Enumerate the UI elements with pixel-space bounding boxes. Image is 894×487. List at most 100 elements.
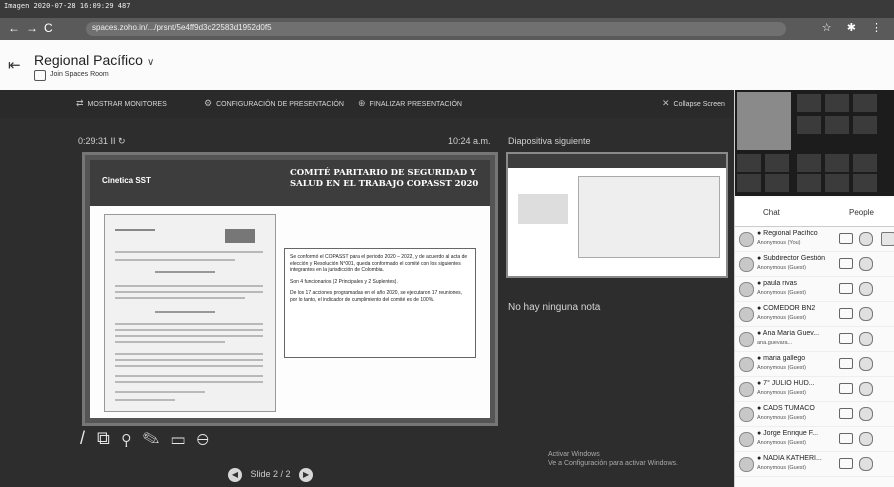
participant-row[interactable]: ● CADS TUMACO Anonymous (Guest)	[735, 403, 894, 427]
participant-name: ● Jorge Enrique F...	[757, 430, 819, 437]
video-tile[interactable]	[825, 174, 849, 192]
video-tile[interactable]	[853, 174, 877, 192]
edit-icon[interactable]: ✎	[143, 428, 171, 448]
avatar	[739, 457, 754, 472]
video-tile[interactable]	[853, 94, 877, 112]
camera-icon[interactable]	[839, 258, 853, 269]
browser-actions-icon[interactable]: ☆ ✱ ⋮	[822, 21, 888, 34]
video-tile[interactable]	[853, 116, 877, 134]
video-tile[interactable]	[825, 94, 849, 112]
minus-icon[interactable]: ⊖	[197, 428, 221, 448]
video-tile[interactable]	[797, 174, 821, 192]
participant-role: Anonymous (Guest)	[757, 390, 806, 396]
video-tile[interactable]	[737, 174, 761, 192]
back-icon[interactable]: ←	[8, 21, 20, 35]
video-tile[interactable]	[797, 154, 821, 172]
zoom-icon[interactable]: ⚲	[122, 428, 143, 448]
slide-navigation: ◀ Slide 2 / 2 ▶	[228, 468, 314, 482]
show-monitors-button[interactable]: ⇄ MOSTRAR MONITORES	[76, 98, 167, 109]
microphone-icon[interactable]	[859, 407, 873, 421]
participant-row[interactable]: ● Regional Pacífico Anonymous (You)	[735, 228, 894, 252]
camera-icon[interactable]	[839, 358, 853, 369]
room-title[interactable]: Regional Pacífico ∨	[34, 52, 154, 68]
participant-row[interactable]: ● maria gallego Anonymous (Guest)	[735, 353, 894, 377]
slide-text-box: Se conformó el COPASST para el periodo 2…	[284, 248, 476, 358]
gear-icon: ⚙	[204, 98, 213, 108]
video-tile[interactable]	[765, 174, 789, 192]
reload-icon[interactable]: C	[44, 21, 53, 35]
video-tile[interactable]	[765, 154, 789, 172]
copy-icon[interactable]: ⧉	[97, 428, 122, 448]
microphone-icon[interactable]	[859, 257, 873, 271]
presenter-stage: ⇄ MOSTRAR MONITORES ⚙ CONFIGURACIÓN DE PRE…	[0, 90, 734, 487]
participant-name: ● Subdirector Gestión	[757, 255, 826, 262]
camera-icon[interactable]	[839, 308, 853, 319]
more-icon[interactable]	[881, 232, 894, 246]
slide-paragraph: De los 17 acciones programadas en el año…	[290, 290, 463, 303]
participant-name: ● NADIA KATHERI...	[757, 455, 822, 462]
camera-icon[interactable]	[839, 408, 853, 419]
video-tile[interactable]	[825, 154, 849, 172]
microphone-icon[interactable]	[859, 332, 873, 346]
microphone-icon[interactable]	[859, 432, 873, 446]
microphone-icon[interactable]	[859, 307, 873, 321]
video-tile[interactable]	[737, 154, 761, 172]
participant-row[interactable]: ● Subdirector Gestión Anonymous (Guest)	[735, 253, 894, 277]
url-bar[interactable]: spaces.zoho.in/.../prsnt/5e4ff9d3c22583d…	[86, 22, 786, 36]
avatar	[739, 382, 754, 397]
current-slide: Cinetica SST COMITÉ PARITARIO DE SEGURID…	[90, 160, 490, 418]
screen-icon[interactable]: ▭	[171, 428, 197, 448]
video-tile-main[interactable]	[737, 92, 791, 150]
presentation-settings-label: CONFIGURACIÓN DE PRESENTACIÓN	[216, 101, 344, 108]
participant-role: ana.guevara...	[757, 340, 793, 346]
presenter-toolbar: ⇄ MOSTRAR MONITORES ⚙ CONFIGURACIÓN DE PRE…	[0, 90, 734, 118]
participant-row[interactable]: ● COMEDOR BN2 Anonymous (Guest)	[735, 303, 894, 327]
microphone-icon[interactable]	[859, 282, 873, 296]
presentation-settings-button[interactable]: ⚙ CONFIGURACIÓN DE PRESENTACIÓN	[204, 98, 344, 109]
camera-icon[interactable]	[839, 383, 853, 394]
camera-icon[interactable]	[839, 458, 853, 469]
forward-icon[interactable]: →	[26, 21, 38, 35]
collapse-screen-label: Collapse Screen	[673, 101, 725, 108]
camera-icon[interactable]	[839, 333, 853, 344]
exit-icon[interactable]: ⇤	[8, 56, 24, 74]
microphone-icon[interactable]	[859, 382, 873, 396]
microphone-icon[interactable]	[859, 457, 873, 471]
video-tile[interactable]	[853, 154, 877, 172]
video-grid	[735, 90, 894, 196]
chevron-down-icon[interactable]: ∨	[147, 57, 154, 68]
avatar	[739, 257, 754, 272]
collapse-screen-button[interactable]: ✕ Collapse Screen	[662, 98, 725, 109]
camera-icon[interactable]	[839, 233, 853, 244]
swap-icon: ⇄	[76, 98, 84, 108]
participant-row[interactable]: ● NADIA KATHERI... Anonymous (Guest)	[735, 453, 894, 477]
participant-row[interactable]: ● Ana María Guev... ana.guevara...	[735, 328, 894, 352]
room-subtitle[interactable]: Join Spaces Room	[50, 71, 109, 78]
room-icon	[34, 70, 46, 81]
camera-icon[interactable]	[839, 433, 853, 444]
elapsed-timer[interactable]: 0:29:31 II ↻	[78, 136, 126, 147]
participant-role: Anonymous (You)	[757, 240, 801, 246]
video-tile[interactable]	[797, 94, 821, 112]
microphone-icon[interactable]	[859, 232, 873, 246]
participant-row[interactable]: ● paula rivas Anonymous (Guest)	[735, 278, 894, 302]
next-slide-label: Diapositiva siguiente	[508, 136, 591, 146]
participant-role: Anonymous (Guest)	[757, 290, 806, 296]
next-slide-thumbnail[interactable]	[506, 152, 728, 278]
participant-role: Anonymous (Guest)	[757, 465, 806, 471]
next-slide-button[interactable]: ▶	[299, 468, 314, 482]
tab-people[interactable]: People	[849, 208, 874, 217]
slide-banner: Cinetica SST COMITÉ PARITARIO DE SEGURID…	[90, 160, 490, 206]
previous-slide-button[interactable]: ◀	[228, 468, 242, 482]
camera-icon[interactable]	[839, 283, 853, 294]
watermark-line: Ve a Configuración para activar Windows.	[548, 460, 678, 467]
microphone-icon[interactable]	[859, 357, 873, 371]
end-presentation-button[interactable]: ⊕ FINALIZAR PRESENTACIÓN	[358, 98, 462, 109]
video-tile[interactable]	[825, 116, 849, 134]
video-tile[interactable]	[797, 116, 821, 134]
participant-row[interactable]: ● Jorge Enrique F... Anonymous (Guest)	[735, 428, 894, 452]
participant-row[interactable]: ● 7° JULIO HUD... Anonymous (Guest)	[735, 378, 894, 402]
pen-icon[interactable]: /	[80, 428, 97, 448]
slide-logo: Cinetica SST	[102, 176, 151, 185]
tab-chat[interactable]: Chat	[763, 208, 780, 217]
